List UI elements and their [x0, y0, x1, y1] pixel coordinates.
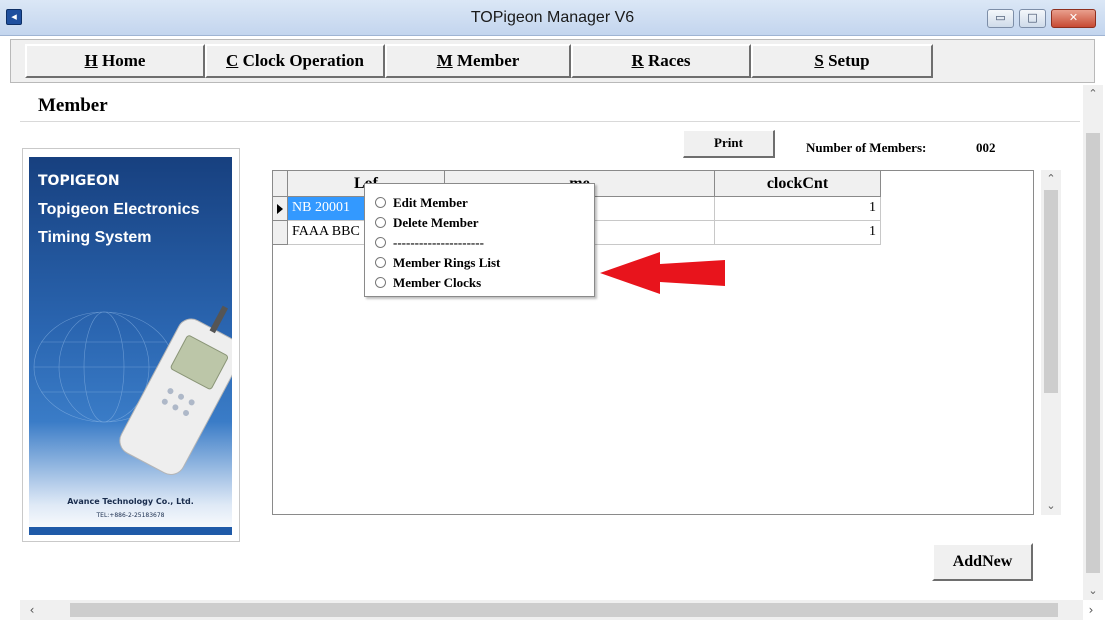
advert-banner: TOPIGEON Topigeon Electronics Timing Sys… — [29, 157, 232, 535]
current-row-arrow-icon — [277, 204, 283, 214]
title-bar: ◂ TOPigeon Manager V6 ▭ □ ✕ — [0, 0, 1105, 36]
cell-clockcnt[interactable]: 1 — [715, 221, 881, 245]
member-count-label: Number of Members: — [806, 140, 927, 155]
banner-company: Avance Technology Co., Ltd. — [67, 497, 194, 506]
page-title: Member — [38, 95, 108, 116]
page-horizontal-scrollbar[interactable]: ‹ › — [20, 600, 1093, 620]
title-divider — [20, 121, 1080, 122]
page-scroll-up-icon[interactable]: ⌃ — [1083, 85, 1103, 103]
timing-clock-device — [119, 305, 232, 475]
menu-clock-operation-button[interactable]: C Clock Operation — [205, 44, 385, 78]
minimize-button[interactable]: ▭ — [987, 9, 1014, 28]
menu-item-member-rings-list[interactable]: Member Rings List — [375, 254, 500, 274]
menu-setup-hotkey: S — [814, 51, 824, 70]
member-context-menu: Edit Member Delete Member --------------… — [364, 183, 595, 297]
maximize-button[interactable]: □ — [1019, 9, 1046, 28]
page-hscroll-thumb[interactable] — [70, 603, 1058, 617]
column-header-clockcnt[interactable]: clockCnt — [715, 171, 881, 197]
menu-item-label: Delete Member — [393, 215, 479, 230]
menu-races-button[interactable]: R Races — [571, 44, 751, 78]
page-scroll-down-icon[interactable]: ⌄ — [1083, 582, 1103, 600]
member-count-value: 002 — [976, 140, 996, 155]
radio-icon — [375, 237, 386, 248]
menu-home-hotkey: H — [84, 51, 98, 70]
add-new-button[interactable]: AddNew — [932, 543, 1033, 581]
grid-vertical-scrollbar[interactable]: ⌃ ⌄ — [1041, 170, 1061, 515]
menu-home-button[interactable]: H Home — [25, 44, 205, 78]
grid-corner — [273, 171, 288, 197]
menu-races-label: Races — [643, 51, 691, 70]
banner-phone: TEL:+886-2-25183678 — [96, 512, 165, 519]
menu-item-delete-member[interactable]: Delete Member — [375, 214, 479, 234]
menu-separator: --------------------- — [375, 234, 484, 254]
main-menu-bar: H Home C Clock Operation M Member R Race… — [10, 39, 1095, 83]
row-selector[interactable] — [273, 221, 288, 245]
menu-item-edit-member[interactable]: Edit Member — [375, 194, 468, 214]
radio-icon — [375, 257, 386, 268]
row-selector[interactable] — [273, 197, 288, 221]
radio-icon — [375, 277, 386, 288]
banner-graphic — [33, 305, 232, 475]
scroll-up-icon[interactable]: ⌃ — [1041, 170, 1061, 188]
print-button[interactable]: Print — [683, 130, 775, 158]
menu-item-label: Member Clocks — [393, 275, 482, 290]
scroll-right-icon[interactable]: › — [1081, 600, 1101, 620]
menu-member-button[interactable]: M Member — [385, 44, 571, 78]
menu-item-label: Edit Member — [393, 195, 468, 210]
scroll-thumb[interactable] — [1044, 190, 1058, 393]
red-arrow-icon — [600, 252, 725, 294]
menu-home-label: Home — [97, 51, 146, 70]
radio-icon — [375, 217, 386, 228]
window-title: TOPigeon Manager V6 — [470, 9, 635, 26]
scroll-left-icon[interactable]: ‹ — [22, 600, 42, 620]
scroll-down-icon[interactable]: ⌄ — [1041, 497, 1061, 515]
menu-item-label: Member Rings List — [393, 255, 501, 270]
menu-clock-operation-label: Clock Operation — [238, 51, 364, 70]
menu-setup-button[interactable]: S Setup — [751, 44, 933, 78]
menu-member-hotkey: M — [436, 51, 453, 70]
close-button[interactable]: ✕ — [1051, 9, 1096, 28]
menu-setup-label: Setup — [823, 51, 870, 70]
menu-clock-operation-hotkey: C — [226, 51, 239, 70]
cell-clockcnt[interactable]: 1 — [715, 197, 881, 221]
menu-item-label: --------------------- — [393, 235, 484, 250]
menu-item-member-clocks[interactable]: Member Clocks — [375, 274, 481, 294]
page-vertical-scrollbar[interactable]: ⌃ ⌄ — [1083, 85, 1103, 600]
radio-icon — [375, 197, 386, 208]
banner-stripe — [29, 527, 232, 535]
menu-races-hotkey: R — [631, 51, 644, 70]
menu-member-label: Member — [452, 51, 520, 70]
page-scroll-thumb[interactable] — [1086, 133, 1100, 573]
